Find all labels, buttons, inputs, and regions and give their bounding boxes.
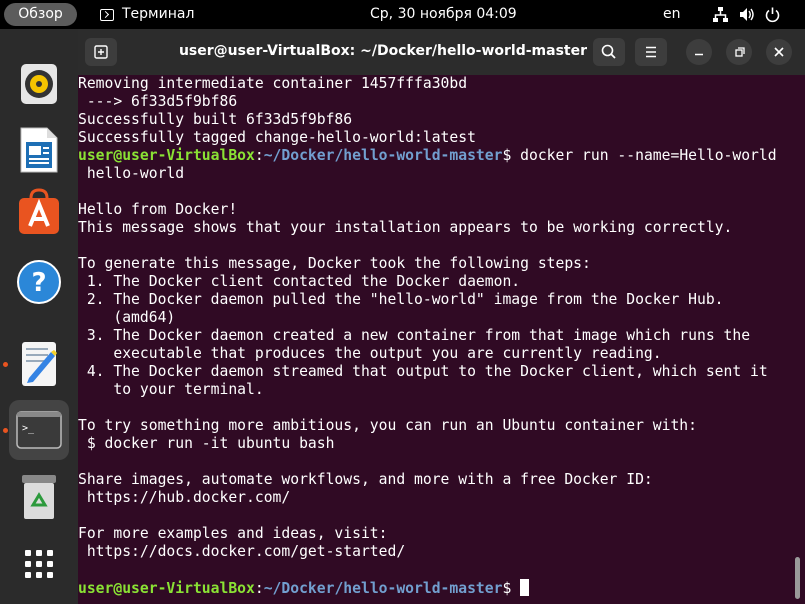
terminal-line: To generate this message, Docker took th… [78, 255, 591, 272]
dock-item-help[interactable]: ? [9, 252, 69, 312]
maximize-button[interactable] [726, 39, 752, 65]
command-text: $ docker run --name=Hello-world [502, 147, 777, 164]
terminal-line: https://hub.docker.com/ [78, 489, 291, 506]
terminal-line: user@user-VirtualBox:~/Docker/hello-worl… [78, 147, 794, 165]
close-button[interactable] [766, 39, 792, 65]
show-apps-icon [25, 550, 53, 578]
close-icon [774, 47, 784, 57]
dock-item-app-center[interactable] [9, 184, 69, 244]
terminal-icon: >_ [16, 411, 62, 449]
prompt-symbol: $ [502, 580, 521, 597]
terminal-line: ---> 6f33d5f9bf86 [78, 93, 238, 110]
terminal-line: to your terminal. [78, 381, 264, 398]
terminal-line: https://docs.docker.com/get-started/ [78, 543, 406, 560]
keyboard-layout-indicator[interactable]: en [663, 0, 681, 29]
system-menu[interactable] [712, 6, 781, 23]
scrollbar[interactable] [795, 557, 800, 599]
terminal-line: Share images, automate workflows, and mo… [78, 471, 653, 488]
volume-icon [738, 6, 755, 23]
new-tab-button[interactable] [85, 38, 117, 66]
dock: ? >_ [0, 29, 78, 604]
trash-icon [22, 475, 56, 519]
hamburger-menu-icon [646, 46, 656, 58]
dock-item-writer[interactable] [9, 120, 69, 180]
prompt-path: ~/Docker/hello-world-master [263, 580, 503, 597]
terminal-output[interactable]: Removing intermediate container 1457fffa… [78, 75, 794, 604]
app-center-icon [19, 188, 59, 234]
terminal-line: Hello from Docker! [78, 201, 238, 218]
new-tab-icon [94, 45, 108, 59]
terminal-line: 1. The Docker client contacted the Docke… [78, 273, 521, 290]
terminal-line: hello-world [78, 165, 185, 182]
terminal-line: 4. The Docker daemon streamed that outpu… [78, 363, 768, 380]
rhythmbox-icon [21, 64, 57, 104]
dock-item-rhythmbox[interactable] [9, 54, 69, 114]
svg-text:?: ? [31, 268, 46, 298]
terminal-line: 2. The Docker daemon pulled the "hello-w… [78, 291, 724, 308]
window-titlebar[interactable]: user@user-VirtualBox: ~/Docker/hello-wor… [78, 29, 805, 75]
menu-button[interactable] [635, 38, 667, 66]
text-cursor [520, 579, 530, 596]
app-menu-label: Терминал [122, 6, 195, 22]
terminal-line: (amd64) [78, 309, 176, 326]
terminal-app-icon [100, 8, 114, 21]
search-button[interactable] [593, 38, 625, 66]
activities-button[interactable]: Обзор [4, 3, 77, 26]
clock[interactable]: Ср, 30 ноября 04:09 [370, 0, 517, 29]
terminal-line: For more examples and ideas, visit: [78, 525, 388, 542]
power-icon [764, 6, 781, 23]
terminal-line: Successfully built 6f33d5f9bf86 [78, 111, 353, 128]
terminal-line: To try something more ambitious, you can… [78, 417, 697, 434]
window-title: user@user-VirtualBox: ~/Docker/hello-wor… [178, 43, 588, 59]
terminal-line: user@user-VirtualBox:~/Docker/hello-worl… [78, 579, 794, 597]
svg-text:>_: >_ [22, 423, 35, 434]
minimize-icon [695, 53, 703, 56]
prompt-separator: : [254, 147, 264, 164]
running-indicator [3, 362, 8, 367]
restore-icon [735, 47, 745, 57]
minimize-button[interactable] [686, 39, 712, 65]
search-icon [601, 44, 616, 59]
app-menu[interactable]: Терминал [100, 0, 194, 29]
prompt-separator: : [254, 580, 264, 597]
terminal-line: Successfully tagged change-hello-world:l… [78, 129, 476, 146]
dock-item-terminal[interactable]: >_ [9, 400, 69, 460]
terminal-line: Removing intermediate container 1457fffa… [78, 75, 468, 92]
running-indicator [3, 428, 8, 433]
terminal-line: executable that produces the output you … [78, 345, 662, 362]
terminal-line: $ docker run -it ubuntu bash [78, 435, 335, 452]
text-editor-icon [22, 342, 57, 386]
libreoffice-writer-icon [20, 127, 58, 173]
terminal-window: user@user-VirtualBox: ~/Docker/hello-wor… [78, 29, 805, 604]
top-bar: Обзор Терминал Ср, 30 ноября 04:09 en [0, 0, 805, 29]
prompt-user: user@user-VirtualBox [78, 580, 255, 597]
network-icon [712, 6, 729, 23]
terminal-line: 3. The Docker daemon created a new conta… [78, 327, 751, 344]
dock-item-show-apps[interactable] [9, 534, 69, 594]
dock-item-trash[interactable] [9, 467, 69, 527]
prompt-path: ~/Docker/hello-world-master [263, 147, 503, 164]
prompt-user: user@user-VirtualBox [78, 147, 255, 164]
dock-item-text-editor[interactable] [9, 334, 69, 394]
terminal-line: This message shows that your installatio… [78, 219, 733, 236]
help-icon: ? [17, 260, 61, 304]
